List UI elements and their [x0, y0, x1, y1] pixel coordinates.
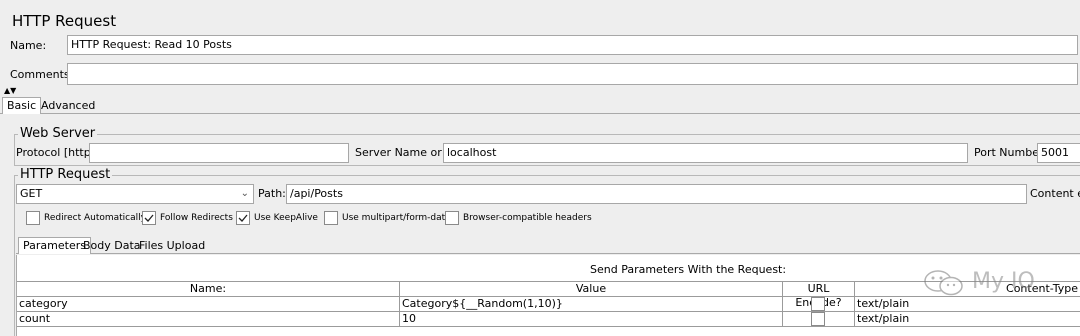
param-name-cell[interactable]: category — [17, 297, 400, 312]
use-keepalive-checkbox[interactable] — [236, 211, 250, 225]
http-request-legend: HTTP Request — [18, 167, 113, 182]
tab-basic[interactable]: Basic — [2, 97, 42, 114]
param-value-cell[interactable]: Category${__Random(1,10)} — [400, 297, 783, 312]
name-label: Name: — [10, 39, 47, 52]
param-content-type-cell[interactable]: text/plain — [855, 297, 1080, 312]
page-title: HTTP Request — [12, 12, 117, 30]
table-caption: Send Parameters With the Request: — [590, 263, 787, 276]
column-header-url-encode[interactable]: URL Encode? — [783, 282, 855, 309]
port-number-field[interactable]: 5001 — [1037, 143, 1080, 163]
web-server-legend: Web Server — [18, 126, 98, 141]
splitter-arrows-icon[interactable]: ▲▼ — [4, 87, 16, 95]
server-name-field[interactable]: localhost — [443, 143, 968, 163]
method-select[interactable]: GET ⌄ — [16, 184, 254, 204]
protocol-field[interactable] — [89, 143, 349, 163]
chevron-down-icon: ⌄ — [240, 188, 249, 199]
use-multipart-checkbox[interactable] — [324, 211, 338, 225]
tab-strip-line — [0, 113, 1080, 114]
url-encode-checkbox[interactable] — [811, 312, 825, 326]
watermark: My IO — [922, 268, 1072, 298]
comments-field[interactable] — [67, 63, 1078, 85]
browser-compatible-headers-label: Browser-compatible headers — [463, 213, 592, 223]
protocol-label: Protocol [http]: — [16, 146, 99, 159]
browser-compatible-headers-checkbox[interactable] — [445, 211, 459, 225]
comments-label: Comments: — [10, 68, 74, 81]
method-value: GET — [20, 187, 43, 200]
tab-files-upload[interactable]: Files Upload — [135, 239, 209, 253]
checkmark-icon — [238, 214, 248, 222]
redirect-automatically-label: Redirect Automatically — [44, 213, 146, 223]
param-encode-cell — [783, 297, 855, 312]
path-label: Path: — [258, 187, 286, 200]
watermark-text: My IO — [972, 269, 1035, 294]
use-multipart-label: Use multipart/form-data — [342, 213, 451, 223]
column-header-name[interactable]: Name: — [17, 282, 400, 296]
redirect-automatically-checkbox[interactable] — [26, 211, 40, 225]
content-encoding-label: Content en — [1030, 187, 1080, 200]
follow-redirects-checkbox[interactable] — [142, 211, 156, 225]
table-header-row: Name: Value URL Encode? Content-Type — [17, 281, 1080, 309]
checkmark-icon — [144, 214, 154, 222]
path-field[interactable]: /api/Posts — [286, 184, 1027, 204]
url-encode-checkbox[interactable] — [811, 297, 825, 311]
chat-bubbles-icon — [924, 270, 963, 296]
column-header-value[interactable]: Value — [400, 282, 783, 296]
subtab-strip-line — [16, 253, 1080, 254]
param-name-cell[interactable]: count — [17, 312, 400, 327]
param-encode-cell — [783, 312, 855, 327]
name-field[interactable]: HTTP Request: Read 10 Posts — [67, 35, 1078, 55]
use-keepalive-label: Use KeepAlive — [254, 213, 318, 223]
tab-advanced[interactable]: Advanced — [37, 99, 99, 113]
param-content-type-cell[interactable]: text/plain — [855, 312, 1080, 327]
follow-redirects-label: Follow Redirects — [160, 213, 233, 223]
param-value-cell[interactable]: 10 — [400, 312, 783, 327]
